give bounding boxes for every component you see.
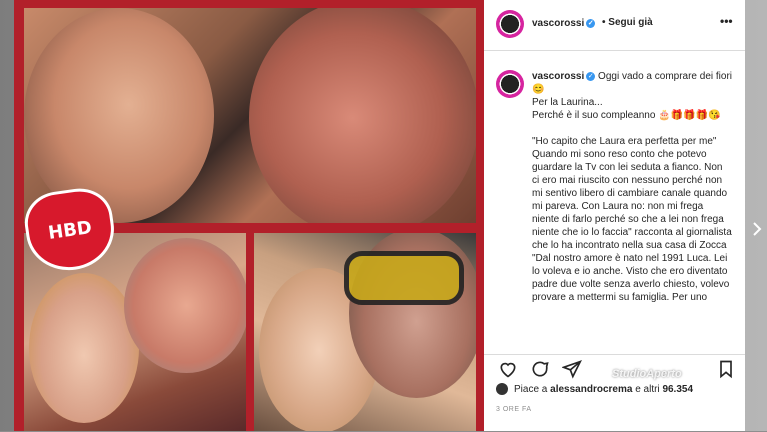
instagram-post: HBD vascorossi ✓ • Segui già ••• vascoros… (14, 0, 745, 431)
face-man (124, 238, 246, 373)
likes-count[interactable]: 96.354 (662, 384, 693, 395)
avatar[interactable] (496, 10, 524, 38)
bookmark-icon[interactable] (716, 359, 736, 379)
likes-line: Piace a alessandrocrema e altri 96.354 (514, 384, 693, 395)
likes-user[interactable]: alessandrocrema (550, 384, 632, 395)
follow-status-text[interactable]: Segui già (608, 17, 652, 28)
post-photo-collage[interactable]: HBD (14, 0, 484, 431)
caption: vascorossi ✓ Oggi vado a comprare dei fio… (496, 62, 736, 354)
face-woman (29, 273, 139, 423)
caption-first-line: vascorossi ✓ Oggi vado a comprare dei fio… (532, 70, 732, 96)
caption-avatar[interactable] (496, 70, 524, 98)
verified-icon: ✓ (586, 18, 596, 28)
share-icon[interactable] (562, 359, 582, 379)
tv-watermark: StudioAperto (612, 368, 682, 380)
post-time[interactable]: 3 ORE FA (496, 406, 532, 413)
verified-icon: ✓ (586, 71, 596, 81)
caption-username[interactable]: vascorossi (532, 71, 584, 82)
liker-avatar[interactable] (496, 383, 508, 395)
follow-status[interactable]: • Segui già (602, 17, 653, 28)
comment-icon[interactable] (530, 359, 550, 379)
post-header: vascorossi ✓ • Segui già ••• (484, 0, 745, 51)
hbd-text: HBD (46, 216, 94, 244)
post-sidebar: vascorossi ✓ • Segui già ••• vascorossi ✓ … (484, 0, 745, 431)
more-options-icon[interactable]: ••• (720, 14, 733, 28)
caption-body: Per la Laurina... Perché è il suo comple… (532, 97, 732, 303)
likes-prefix: Piace a (514, 384, 548, 395)
author-username-text[interactable]: vascorossi (532, 18, 584, 29)
heart-icon[interactable] (498, 359, 518, 379)
chevron-right-icon[interactable] (752, 222, 762, 236)
sunglasses (344, 251, 464, 305)
face-right (249, 8, 476, 223)
photo-panel-couple-2 (254, 233, 476, 431)
likes-suffix: e altri (635, 384, 660, 395)
author-username[interactable]: vascorossi ✓ (532, 18, 596, 29)
face-left (24, 8, 214, 223)
